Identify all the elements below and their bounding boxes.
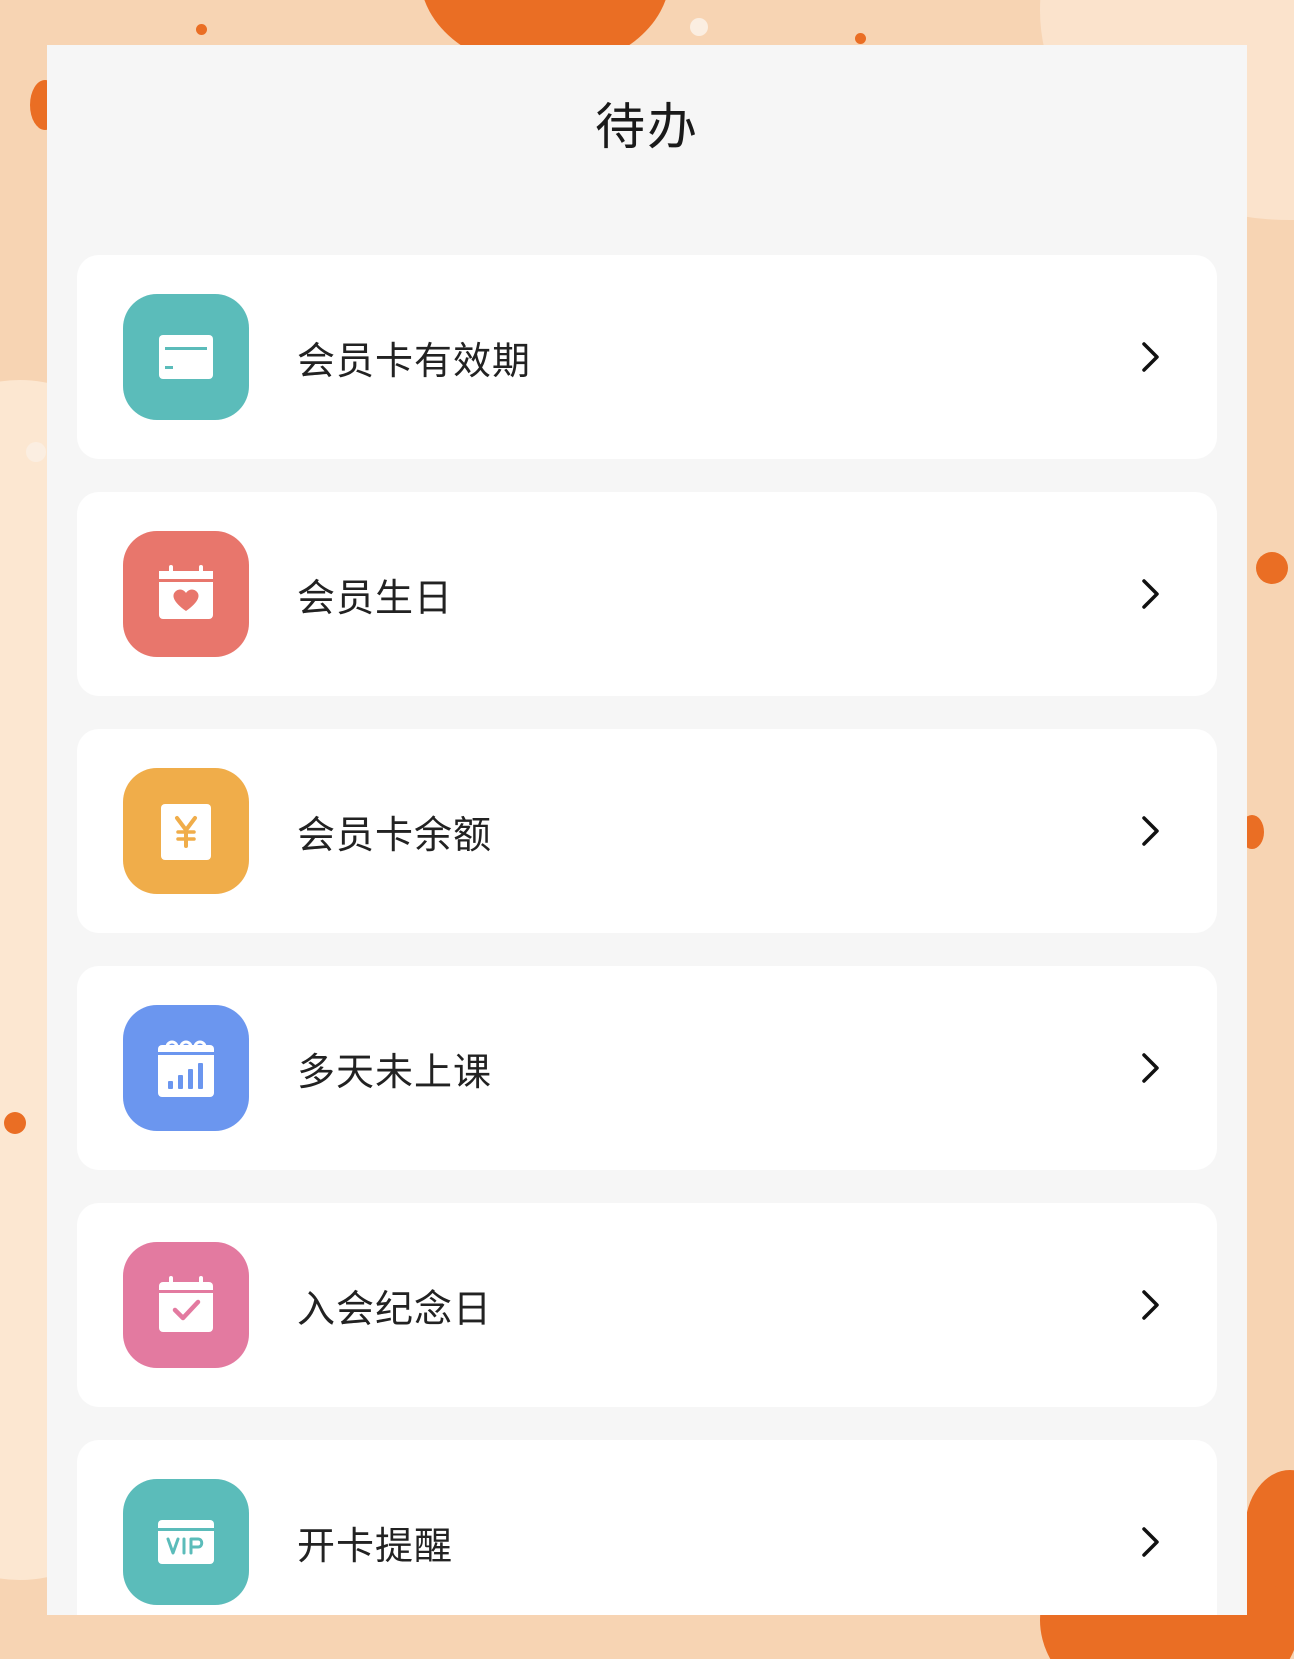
background: 待办 会员卡有效期 会员生日 会员卡余额 多天未上课 入会纪念日 开卡提醒 <box>0 0 1294 1659</box>
todo-item-balance[interactable]: 会员卡余额 <box>77 729 1217 933</box>
background-dot <box>690 18 708 36</box>
chevron-right-icon <box>1139 1525 1163 1559</box>
birthday-calendar-icon <box>123 531 249 657</box>
todo-item-label: 会员卡有效期 <box>297 338 532 383</box>
background-dot <box>1256 552 1288 584</box>
todo-item-label: 多天未上课 <box>297 1049 493 1094</box>
chevron-right-icon <box>1139 1051 1163 1085</box>
todo-item-label: 入会纪念日 <box>297 1286 493 1331</box>
background-dot <box>855 33 866 44</box>
todo-list: 会员卡有效期 会员生日 会员卡余额 多天未上课 入会纪念日 开卡提醒 <box>47 255 1247 1615</box>
membership-card-icon <box>123 294 249 420</box>
balance-yen-icon <box>123 768 249 894</box>
todo-item-card-opening[interactable]: 开卡提醒 <box>77 1440 1217 1615</box>
background-dot <box>26 442 46 462</box>
todo-panel: 待办 会员卡有效期 会员生日 会员卡余额 多天未上课 入会纪念日 开卡提醒 <box>47 45 1247 1615</box>
page-title: 待办 <box>595 97 699 156</box>
todo-item-absence[interactable]: 多天未上课 <box>77 966 1217 1170</box>
background-dot <box>196 24 207 35</box>
page-header: 待办 <box>47 45 1247 210</box>
anniversary-calendar-icon <box>123 1242 249 1368</box>
vip-card-icon <box>123 1479 249 1605</box>
background-dot <box>4 1112 26 1134</box>
chevron-right-icon <box>1139 577 1163 611</box>
attendance-chart-icon <box>123 1005 249 1131</box>
todo-item-label: 会员生日 <box>297 575 454 620</box>
chevron-right-icon <box>1139 814 1163 848</box>
todo-item-card-validity[interactable]: 会员卡有效期 <box>77 255 1217 459</box>
todo-item-anniversary[interactable]: 入会纪念日 <box>77 1203 1217 1407</box>
chevron-right-icon <box>1139 1288 1163 1322</box>
todo-item-label: 会员卡余额 <box>297 812 493 857</box>
todo-item-label: 开卡提醒 <box>297 1523 454 1568</box>
chevron-right-icon <box>1139 340 1163 374</box>
todo-item-birthday[interactable]: 会员生日 <box>77 492 1217 696</box>
